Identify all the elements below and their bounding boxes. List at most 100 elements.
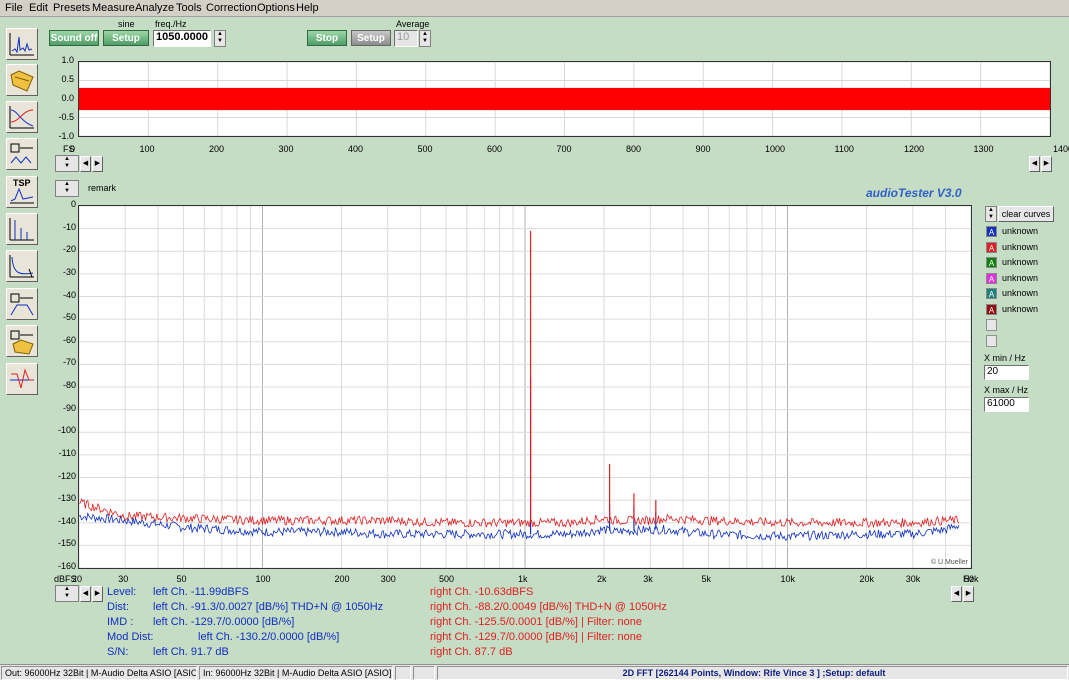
tsp-button[interactable]: TSP (6, 176, 38, 208)
fft-scroll-right-end[interactable]: ▶ (963, 586, 974, 602)
scope-y-tick: -1.0 (58, 131, 74, 141)
legend-swatch[interactable]: A (986, 303, 997, 315)
fft-y-tick: -50 (62, 312, 76, 323)
clear-curves-button[interactable]: clear curves (998, 206, 1054, 222)
fft-scroll-right[interactable]: ▶ (92, 586, 103, 602)
scope-signal-band (79, 87, 1050, 111)
distortion-test-button[interactable] (6, 138, 38, 170)
menu-help[interactable]: Help (296, 2, 319, 14)
sn-label: S/N: (107, 646, 129, 658)
stop-button[interactable]: Stop (307, 30, 347, 46)
curves-spinner[interactable]: ▲ ▼ (985, 206, 997, 222)
readout-zoom-spinner[interactable]: ▲ ▼ (55, 585, 79, 602)
scope-x-tick: 700 (556, 144, 572, 154)
scope-scroll-right-end[interactable]: ▶ (1041, 156, 1052, 172)
xmin-input[interactable]: 20 (984, 365, 1029, 380)
scope-y-tick: 0.0 (61, 93, 74, 103)
analyzer-setup-button[interactable]: Setup (351, 30, 391, 46)
frequency-spinner[interactable]: ▲ ▼ (214, 30, 226, 47)
fft-x-tick: 200 (334, 574, 350, 584)
frequency-response-button[interactable] (6, 101, 38, 133)
generator-setup-button[interactable]: Setup (103, 30, 149, 46)
legend-label: unknown (1002, 288, 1039, 298)
fft-y-tick: -160 (57, 561, 76, 571)
app-brand: audioTester V3.0 (866, 186, 962, 200)
fft-y-tick: -90 (62, 402, 76, 413)
fft-y-tick: -40 (62, 289, 76, 300)
scope-y-tick: -0.5 (58, 112, 74, 122)
imd-label: IMD : (107, 616, 134, 628)
menu-presets[interactable]: Presets (53, 2, 90, 14)
fft-x-tick: 2k (597, 574, 607, 584)
fft-x-tick: 30 (118, 574, 129, 584)
legend-swatch[interactable]: A (986, 226, 997, 237)
average-input[interactable]: 10 (394, 30, 418, 47)
remark-label: remark (88, 183, 117, 193)
level-left: left Ch. -11.99dBFS (153, 586, 249, 598)
fft-y-tick: -80 (62, 380, 76, 390)
status-bar: Out: 96000Hz 32Bit | M-Audio Delta ASIO … (0, 664, 1069, 680)
menu-analyze[interactable]: Analyze (135, 2, 174, 14)
level-right: right Ch. -10.63dBFS (430, 586, 534, 598)
menu-file[interactable]: File (5, 2, 23, 14)
legend-label: unknown (1002, 226, 1039, 236)
scope-y-tick: 1.0 (61, 55, 74, 65)
menu-measure[interactable]: Measure (92, 2, 135, 14)
sn-right: right Ch. 87.7 dB (430, 646, 513, 658)
fft-y-tick: -110 (58, 447, 76, 458)
impulse-response-button[interactable] (6, 213, 38, 245)
folder-preset-button[interactable] (6, 325, 38, 357)
legend-empty-slot[interactable] (986, 335, 997, 347)
fft-x-unit: Hz (963, 574, 974, 584)
sn-left: left Ch. 91.7 dB (153, 646, 229, 658)
waterfall-button[interactable] (6, 250, 38, 282)
menu-correction[interactable]: Correction (206, 2, 257, 14)
status-output: Out: 96000Hz 32Bit | M-Audio Delta ASIO … (1, 666, 197, 680)
fft-x-tick: 100 (255, 574, 271, 584)
scope-x-tick: 300 (278, 144, 294, 154)
fft-x-tick: 30k (905, 574, 921, 584)
imd-left: left Ch. -129.7/0.0000 [dB/%] (153, 616, 295, 628)
filter-curve-icon (10, 368, 34, 389)
filter-curve-button[interactable] (6, 363, 38, 395)
menu-edit[interactable]: Edit (29, 2, 48, 14)
sound-off-button[interactable]: Sound off (49, 30, 99, 46)
menu-bar: File Edit Presets Measure Analyze Tools … (0, 0, 1069, 17)
average-spinner[interactable]: ▲ ▼ (419, 30, 431, 47)
waveform-label: sine (118, 19, 135, 29)
scope-x-tick: 1300 (973, 144, 994, 154)
frequency-input[interactable]: 1050.0000 (153, 30, 211, 47)
scope-zoom-spinner[interactable]: ▲ ▼ (55, 155, 79, 172)
legend-label: unknown (1002, 257, 1039, 267)
fft-scroll-left-end[interactable]: ◀ (951, 586, 962, 602)
legend-swatch[interactable]: A (986, 272, 997, 284)
scope-scroll-left[interactable]: ◀ (80, 156, 91, 172)
folder-open-button[interactable] (6, 64, 38, 96)
scope-scroll-right[interactable]: ▶ (92, 156, 103, 172)
xmax-input[interactable]: 61000 (984, 397, 1029, 412)
left-toolbar: TSP (0, 18, 44, 663)
fft-zoom-spinner[interactable]: ▲ ▼ (55, 180, 79, 197)
scope-x-tick: 1000 (765, 144, 786, 154)
scope-x-tick: 1200 (904, 144, 925, 154)
scope-plot (78, 61, 1051, 137)
legend-swatch[interactable]: A (986, 257, 997, 268)
xmax-label: X max / Hz (984, 385, 1029, 395)
menu-options[interactable]: Options (257, 2, 295, 14)
fft-spectrum-button[interactable] (6, 28, 38, 60)
legend-swatch[interactable]: A (986, 241, 997, 253)
legend-swatch[interactable]: A (986, 288, 997, 299)
mod-dist-left: left Ch. -130.2/0.0000 [dB/%] (198, 631, 340, 643)
dist-left: left Ch. -91.3/0.0027 [dB/%] THD+N @ 105… (153, 601, 384, 613)
legend-empty-slot[interactable] (986, 319, 997, 331)
mod-dist-right: right Ch. -129.7/0.0000 [dB/%] | Filter:… (430, 631, 642, 643)
dist-right: right Ch. -88.2/0.0049 [dB/%] THD+N @ 10… (430, 601, 667, 613)
watermark: © U.Mueller (930, 559, 968, 566)
legend-label: unknown (1002, 272, 1039, 283)
dist-label: Dist: (107, 601, 129, 613)
speaker-measure-button[interactable] (6, 288, 38, 320)
menu-tools[interactable]: Tools (176, 2, 202, 14)
fft-scroll-left[interactable]: ◀ (80, 586, 91, 602)
scope-scroll-left-end[interactable]: ◀ (1029, 156, 1040, 172)
status-empty-2 (413, 666, 435, 680)
